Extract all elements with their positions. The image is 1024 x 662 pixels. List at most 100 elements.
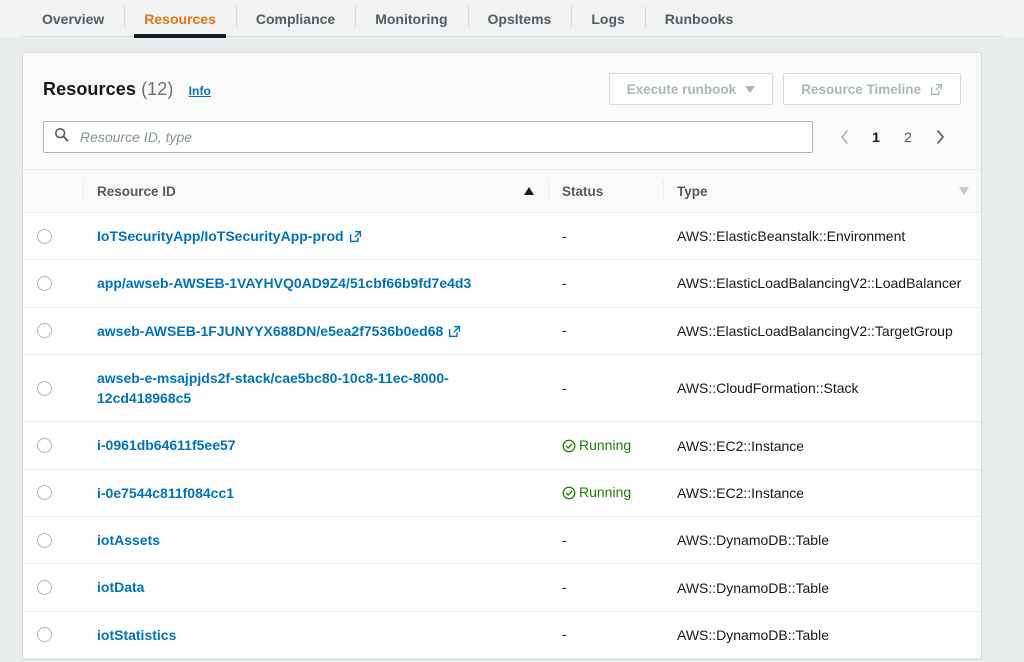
tab-label: Resources (144, 11, 216, 27)
tab-monitoring[interactable]: Monitoring (355, 0, 467, 37)
table-row[interactable]: iotAssets - AWS::DynamoDB::Table (23, 517, 982, 564)
pagination-prev-button[interactable] (829, 122, 859, 152)
column-header-status[interactable]: Status (548, 170, 663, 213)
sort-ascending-icon (524, 187, 534, 195)
pagination-page-2[interactable]: 2 (893, 122, 923, 152)
table-row[interactable]: iotData - AWS::DynamoDB::Table (23, 564, 982, 611)
row-radio-button[interactable] (37, 533, 52, 548)
search-box[interactable] (43, 121, 813, 153)
panel-actions: Execute runbook Resource Timeline (609, 73, 961, 105)
resource-id-link[interactable]: iotAssets (97, 532, 160, 548)
pagination-next-button[interactable] (925, 122, 955, 152)
resource-timeline-button[interactable]: Resource Timeline (783, 73, 961, 105)
resource-id-text: iotAssets (97, 532, 160, 548)
status-label: - (562, 228, 567, 244)
column-header-resource-id[interactable]: Resource ID (83, 170, 548, 213)
resource-id-cell: i-0e7544c811f084cc1 (83, 469, 548, 516)
row-select-cell (23, 354, 83, 422)
execute-runbook-button[interactable]: Execute runbook (609, 73, 774, 105)
row-radio-button[interactable] (37, 485, 52, 500)
type-label: AWS::DynamoDB::Table (677, 627, 829, 643)
info-link[interactable]: Info (189, 84, 211, 98)
table-row[interactable]: awseb-AWSEB-1FJUNYYX688DN/e5ea2f7536b0ed… (23, 307, 982, 354)
tab-opsitems[interactable]: OpsItems (468, 0, 572, 37)
type-cell: AWS::ElasticLoadBalancingV2::LoadBalance… (663, 260, 982, 307)
resource-id-text: i-0961db64611f5ee57 (97, 437, 236, 453)
table-row[interactable]: iotStatistics-AWS::DynamoDB::Table (23, 611, 982, 658)
check-circle-icon (562, 437, 579, 453)
tab-overview[interactable]: Overview (22, 0, 124, 37)
tab-runbooks[interactable]: Runbooks (645, 0, 753, 37)
search-input[interactable] (78, 128, 802, 146)
pagination: 1 2 (829, 122, 961, 152)
tab-label: Monitoring (375, 11, 447, 27)
tab-resources[interactable]: Resources (124, 0, 236, 37)
type-label: AWS::ElasticLoadBalancingV2::TargetGroup (677, 323, 953, 339)
pagination-page-1[interactable]: 1 (861, 122, 891, 152)
resource-id-text: awseb-AWSEB-1FJUNYYX688DN/e5ea2f7536b0ed… (97, 323, 443, 339)
resource-id-link[interactable]: app/awseb-AWSEB-1VAYHVQ0AD9Z4/51cbf66b9f… (97, 275, 471, 291)
table-row[interactable]: app/awseb-AWSEB-1VAYHVQ0AD9Z4/51cbf66b9f… (23, 260, 982, 307)
resource-id-link[interactable]: iotStatistics (97, 627, 176, 643)
table-row[interactable]: IoTSecurityApp/IoTSecurityApp-prod - AWS::… (23, 213, 982, 260)
type-cell: AWS::CloudFormation::Stack (663, 354, 982, 422)
resource-id-cell: awseb-AWSEB-1FJUNYYX688DN/e5ea2f7536b0ed… (83, 307, 548, 354)
table-row[interactable]: i-0e7544c811f084cc1RunningAWS::EC2::Inst… (23, 469, 982, 516)
column-header-status-label: Status (562, 184, 603, 199)
check-circle-icon (562, 484, 579, 500)
panel-title-text: Resources (43, 79, 136, 99)
resource-id-text: iotStatistics (97, 627, 176, 643)
external-link-icon (349, 230, 362, 243)
status-cell: Running (548, 422, 663, 469)
row-radio-button[interactable] (37, 229, 52, 244)
resource-id-link[interactable]: awseb-AWSEB-1FJUNYYX688DN/e5ea2f7536b0ed… (97, 323, 461, 339)
tab-label: Runbooks (665, 11, 733, 27)
row-radio-button[interactable] (37, 627, 52, 642)
status-cell: - (548, 307, 663, 354)
table-header-row: Resource ID Status Type (23, 170, 982, 213)
tab-label: OpsItems (488, 11, 552, 27)
type-label: AWS::DynamoDB::Table (677, 580, 829, 596)
row-radio-button[interactable] (37, 323, 52, 338)
resource-id-link[interactable]: iotData (97, 579, 144, 595)
status-label: - (562, 532, 567, 548)
search-icon (54, 127, 69, 147)
type-label: AWS::ElasticLoadBalancingV2::LoadBalance… (677, 275, 961, 291)
table-tools: 1 2 (43, 107, 961, 169)
status-badge: Running (562, 484, 631, 500)
resource-id-link[interactable]: i-0961db64611f5ee57 (97, 437, 236, 453)
row-radio-button[interactable] (37, 276, 52, 291)
tab-compliance[interactable]: Compliance (236, 0, 355, 37)
row-select-cell (23, 307, 83, 354)
resource-id-cell: IoTSecurityApp/IoTSecurityApp-prod (83, 213, 548, 260)
status-label: - (562, 579, 567, 595)
table-row[interactable]: i-0961db64611f5ee57RunningAWS::EC2::Inst… (23, 422, 982, 469)
resource-id-cell: iotStatistics (83, 611, 548, 658)
tab-label: Logs (591, 11, 624, 27)
row-select-cell (23, 469, 83, 516)
column-header-select (23, 170, 83, 213)
resource-id-link[interactable]: IoTSecurityApp/IoTSecurityApp-prod (97, 228, 362, 244)
status-badge: Running (562, 437, 631, 453)
status-label: - (562, 322, 567, 338)
resource-id-link[interactable]: i-0e7544c811f084cc1 (97, 485, 234, 501)
row-select-cell (23, 260, 83, 307)
resource-id-link[interactable]: awseb-e-msajpjds2f-stack/cae5bc80-10c8-1… (97, 370, 449, 406)
row-radio-button[interactable] (37, 580, 52, 595)
column-header-type[interactable]: Type (663, 170, 982, 213)
resources-panel: Resources (12) Info Execute runbook Reso… (22, 52, 982, 660)
type-label: AWS::CloudFormation::Stack (677, 380, 859, 396)
tab-bar: Overview Resources Compliance Monitoring Ops… (0, 0, 1024, 37)
type-label: AWS::DynamoDB::Table (677, 532, 829, 548)
column-header-type-label: Type (677, 184, 708, 199)
table-row[interactable]: awseb-e-msajpjds2f-stack/cae5bc80-10c8-1… (23, 354, 982, 422)
type-cell: AWS::ElasticBeanstalk::Environment (663, 213, 982, 260)
row-radio-button[interactable] (37, 381, 52, 396)
row-radio-button[interactable] (37, 438, 52, 453)
tab-label: Overview (42, 11, 104, 27)
type-cell: AWS::DynamoDB::Table (663, 517, 982, 564)
tab-logs[interactable]: Logs (571, 0, 644, 37)
status-label: Running (579, 437, 631, 453)
status-cell: - (548, 564, 663, 611)
type-cell: AWS::DynamoDB::Table (663, 564, 982, 611)
